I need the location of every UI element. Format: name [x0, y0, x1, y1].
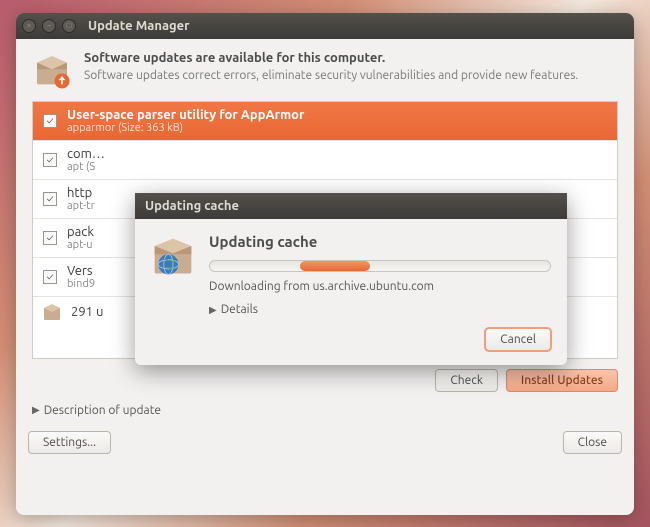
summary-text: 291 u [71, 305, 103, 319]
update-subtitle: apt (S [67, 161, 607, 173]
install-updates-button[interactable]: Install Updates [506, 369, 618, 392]
settings-button[interactable]: Settings... [28, 431, 111, 454]
checkbox-icon[interactable]: ✓ [43, 114, 57, 128]
disclosure-label: Description of update [44, 404, 161, 417]
titlebar: × − □ Update Manager [16, 13, 634, 39]
chevron-right-icon: ▶ [209, 304, 217, 316]
dialog-title: Updating cache [135, 193, 567, 219]
maximize-window-button[interactable]: □ [62, 19, 76, 33]
check-button[interactable]: Check [435, 369, 497, 392]
checkbox-icon[interactable]: ✓ [43, 270, 57, 284]
checkbox-icon[interactable]: ✓ [43, 231, 57, 245]
list-item[interactable]: ✓ User-space parser utility for AppArmor… [33, 102, 617, 141]
header-subtitle: Software updates correct errors, elimina… [84, 68, 618, 84]
checkbox-icon[interactable]: ✓ [43, 153, 57, 167]
checkbox-icon[interactable]: ✓ [43, 192, 57, 206]
minimize-window-button[interactable]: − [42, 19, 56, 33]
header: Software updates are available for this … [16, 39, 634, 101]
progress-fill [300, 261, 370, 271]
footer: Settings... Close [16, 423, 634, 464]
progress-bar [209, 260, 551, 272]
details-label: Details [221, 303, 258, 316]
description-disclosure[interactable]: ▶ Description of update [16, 398, 634, 423]
cancel-button[interactable]: Cancel [485, 328, 551, 351]
dialog-heading: Updating cache [209, 233, 551, 250]
updating-cache-dialog: Updating cache Updating cache Downloadin… [135, 193, 567, 365]
details-disclosure[interactable]: ▶ Details [209, 303, 551, 316]
chevron-right-icon: ▶ [32, 404, 40, 416]
package-update-icon [32, 51, 72, 91]
close-window-button[interactable]: × [22, 19, 36, 33]
update-title: com… [67, 147, 607, 161]
header-title: Software updates are available for this … [84, 51, 618, 65]
status-text: Downloading from us.archive.ubuntu.com [209, 280, 551, 293]
update-subtitle: apparmor (Size: 363 kB) [67, 122, 607, 134]
update-title: User-space parser utility for AppArmor [67, 108, 607, 122]
close-button[interactable]: Close [563, 431, 622, 454]
window-title: Update Manager [88, 19, 190, 33]
download-globe-icon [151, 235, 195, 279]
package-icon [43, 303, 61, 321]
list-item[interactable]: ✓ com… apt (S [33, 141, 617, 180]
